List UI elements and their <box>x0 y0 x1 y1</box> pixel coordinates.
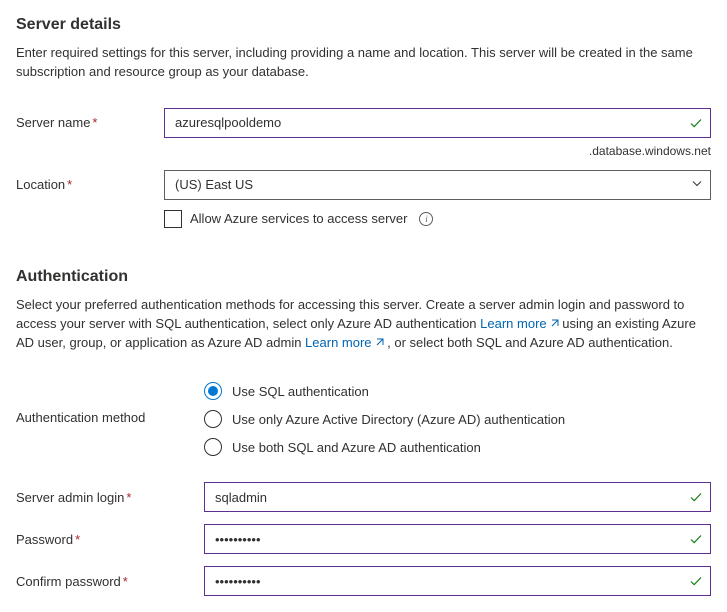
radio-sql-auth[interactable]: Use SQL authentication <box>204 382 565 400</box>
confirm-password-label: Confirm password* <box>16 574 204 589</box>
server-details-heading: Server details <box>16 16 711 34</box>
radio-aad-only[interactable]: Use only Azure Active Directory (Azure A… <box>204 410 565 428</box>
admin-login-label-text: Server admin login <box>16 490 124 505</box>
location-select[interactable]: (US) East US <box>164 170 711 200</box>
auth-method-label: Authentication method <box>16 382 204 425</box>
confirm-password-label-text: Confirm password <box>16 574 121 589</box>
authentication-description: Select your preferred authentication met… <box>16 296 711 355</box>
required-asterisk: * <box>126 490 131 505</box>
password-label-text: Password <box>16 532 73 547</box>
location-row: Location* (US) East US <box>16 170 711 200</box>
radio-both-label: Use both SQL and Azure AD authentication <box>232 440 481 455</box>
password-row: Password* <box>16 524 711 554</box>
location-label: Location* <box>16 177 164 192</box>
admin-login-row: Server admin login* <box>16 482 711 512</box>
external-link-icon <box>374 335 384 354</box>
confirm-password-input[interactable] <box>204 566 711 596</box>
required-asterisk: * <box>75 532 80 547</box>
learn-more-text-1: Learn more <box>480 316 546 331</box>
authentication-heading: Authentication <box>16 268 711 286</box>
learn-more-link-1[interactable]: Learn more <box>480 316 558 331</box>
admin-login-input[interactable] <box>204 482 711 512</box>
learn-more-link-2[interactable]: Learn more <box>305 335 383 350</box>
radio-icon <box>204 410 222 428</box>
required-asterisk: * <box>123 574 128 589</box>
allow-azure-row: Allow Azure services to access server i <box>164 210 711 228</box>
info-icon[interactable]: i <box>419 212 433 226</box>
confirm-password-row: Confirm password* <box>16 566 711 596</box>
allow-azure-checkbox[interactable] <box>164 210 182 228</box>
server-name-input[interactable] <box>164 108 711 138</box>
password-label: Password* <box>16 532 204 547</box>
server-name-label: Server name* <box>16 115 164 130</box>
required-asterisk: * <box>67 177 72 192</box>
location-label-text: Location <box>16 177 65 192</box>
password-input[interactable] <box>204 524 711 554</box>
auth-method-group: Authentication method Use SQL authentica… <box>16 382 711 456</box>
radio-icon <box>204 382 222 400</box>
radio-sql-label: Use SQL authentication <box>232 384 369 399</box>
required-asterisk: * <box>92 115 97 130</box>
location-value: (US) East US <box>175 177 253 192</box>
learn-more-text-2: Learn more <box>305 335 371 350</box>
server-name-suffix: .database.windows.net <box>16 144 711 158</box>
radio-aad-only-label: Use only Azure Active Directory (Azure A… <box>232 412 565 427</box>
allow-azure-label: Allow Azure services to access server <box>190 211 407 226</box>
external-link-icon <box>549 316 559 335</box>
server-details-description: Enter required settings for this server,… <box>16 44 711 82</box>
server-name-row: Server name* <box>16 108 711 138</box>
radio-both-auth[interactable]: Use both SQL and Azure AD authentication <box>204 438 565 456</box>
auth-desc-text3: , or select both SQL and Azure AD authen… <box>384 335 673 350</box>
server-name-label-text: Server name <box>16 115 90 130</box>
radio-icon <box>204 438 222 456</box>
admin-login-label: Server admin login* <box>16 490 204 505</box>
